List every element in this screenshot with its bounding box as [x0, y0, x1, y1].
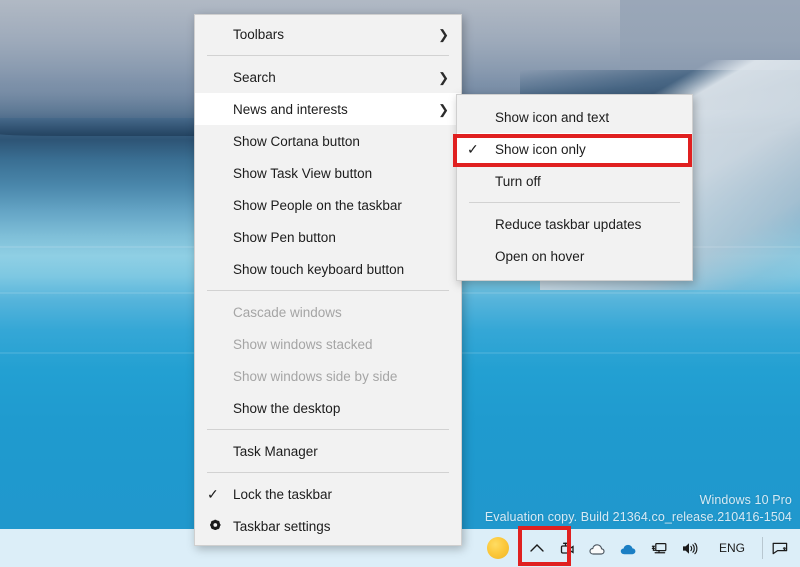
menu-item-label: Show Cortana button	[233, 133, 360, 149]
chevron-right-icon: ❯	[438, 26, 449, 42]
menu-item-show-windows-side-by-side: Show windows side by side	[195, 360, 461, 392]
menu-item-show-cortana-button[interactable]: Show Cortana button	[195, 125, 461, 157]
menu-separator	[207, 429, 449, 430]
check-icon: ✓	[467, 140, 479, 157]
submenu-item-label: Turn off	[495, 173, 541, 189]
menu-item-label: Toolbars	[233, 26, 285, 42]
submenu-item-label: Reduce taskbar updates	[495, 216, 642, 232]
menu-separator	[207, 290, 449, 291]
menu-item-lock-the-taskbar[interactable]: ✓ Lock the taskbar	[195, 478, 461, 510]
watermark-line-2: Evaluation copy. Build 21364.co_release.…	[484, 510, 792, 524]
menu-item-label: Show Task View button	[233, 165, 373, 181]
menu-item-news-and-interests[interactable]: News and interests ❯	[195, 93, 461, 125]
sun-glyph	[486, 537, 509, 559]
check-icon: ✓	[207, 486, 219, 502]
windows-evaluation-watermark: Windows 10 Pro Evaluation copy. Build 21…	[485, 492, 792, 526]
submenu-item-label: Show icon and text	[495, 109, 610, 125]
menu-item-label: Show People on the taskbar	[233, 197, 402, 213]
submenu-item-show-icon-and-text[interactable]: Show icon and text	[457, 101, 692, 133]
submenu-separator	[469, 202, 680, 203]
menu-item-show-pen-button[interactable]: Show Pen button	[195, 221, 461, 253]
menu-item-show-task-view-button[interactable]: Show Task View button	[195, 157, 461, 189]
menu-item-show-people-on-the-taskbar[interactable]: Show People on the taskbar	[195, 189, 461, 221]
menu-item-label: Lock the taskbar	[233, 486, 333, 502]
menu-item-show-windows-stacked: Show windows stacked	[195, 328, 461, 360]
submenu-item-open-on-hover[interactable]: Open on hover	[457, 240, 692, 272]
submenu-item-show-icon-only[interactable]: ✓ Show icon only	[457, 133, 692, 165]
menu-item-label: News and interests	[233, 101, 348, 117]
network-icon[interactable]	[644, 529, 675, 567]
menu-separator	[207, 472, 449, 473]
action-center-icon[interactable]	[765, 529, 796, 567]
menu-item-label: Taskbar settings	[233, 518, 331, 534]
gear-icon	[207, 519, 233, 534]
menu-item-task-manager[interactable]: Task Manager	[195, 435, 461, 467]
submenu-item-label: Show icon only	[495, 141, 586, 157]
weather-sun-icon[interactable]	[474, 529, 522, 567]
menu-item-search[interactable]: Search ❯	[195, 61, 461, 93]
camera-icon[interactable]	[552, 529, 582, 567]
show-hidden-icons-icon[interactable]	[522, 529, 552, 567]
onedrive-icon[interactable]	[613, 529, 644, 567]
system-tray: ENG	[474, 529, 800, 567]
menu-item-toolbars[interactable]: Toolbars ❯	[195, 18, 461, 50]
menu-item-label: Show windows stacked	[233, 336, 373, 352]
menu-item-label: Show windows side by side	[233, 368, 398, 384]
menu-item-label: Cascade windows	[233, 304, 342, 320]
weather-cloud-icon[interactable]	[582, 529, 613, 567]
chevron-right-icon: ❯	[438, 69, 449, 85]
tray-divider	[762, 537, 763, 559]
watermark-line-1: Windows 10 Pro	[699, 493, 792, 507]
chevron-right-icon: ❯	[438, 101, 449, 117]
menu-item-cascade-windows: Cascade windows	[195, 296, 461, 328]
language-indicator[interactable]: ENG	[706, 529, 758, 567]
taskbar-context-menu[interactable]: Toolbars ❯ Search ❯ News and interests ❯ Show …	[194, 14, 462, 546]
menu-item-show-the-desktop[interactable]: Show the desktop	[195, 392, 461, 424]
submenu-item-turn-off[interactable]: Turn off	[457, 165, 692, 197]
menu-separator	[207, 55, 449, 56]
language-label: ENG	[718, 541, 745, 555]
menu-item-label: Show the desktop	[233, 400, 341, 416]
submenu-item-reduce-taskbar-updates[interactable]: Reduce taskbar updates	[457, 208, 692, 240]
menu-item-label: Search	[233, 69, 276, 85]
menu-item-label: Show touch keyboard button	[233, 261, 405, 277]
menu-item-taskbar-settings[interactable]: Taskbar settings	[195, 510, 461, 542]
menu-item-label: Show Pen button	[233, 229, 336, 245]
menu-item-show-touch-keyboard-button[interactable]: Show touch keyboard button	[195, 253, 461, 285]
news-and-interests-submenu[interactable]: Show icon and text ✓ Show icon only Turn of…	[456, 94, 693, 281]
volume-icon[interactable]	[675, 529, 706, 567]
menu-item-label: Task Manager	[233, 443, 318, 459]
desktop-screen: Windows 10 Pro Evaluation copy. Build 21…	[0, 0, 800, 567]
submenu-item-label: Open on hover	[495, 248, 585, 264]
